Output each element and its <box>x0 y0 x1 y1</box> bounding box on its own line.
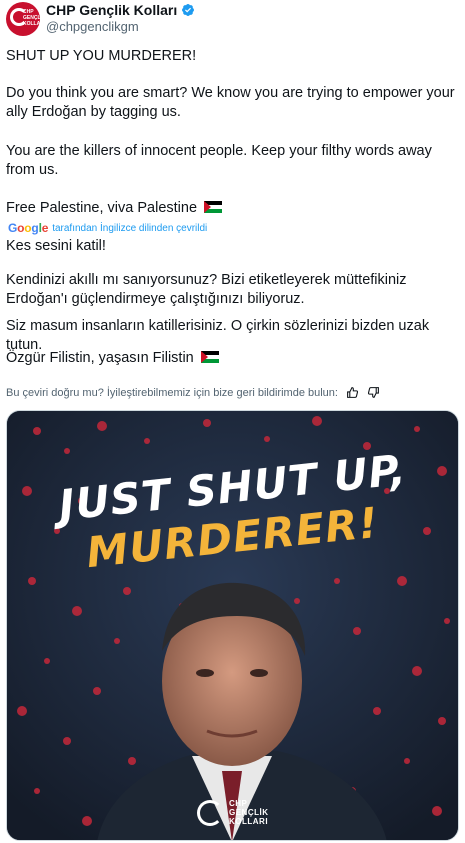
thumbs-up-icon[interactable] <box>346 386 359 399</box>
poster-brand: CHP GENÇLİK KOLLARI <box>197 799 279 826</box>
avatar-logo-text: CHP GENÇLİK KOLLARI <box>23 9 40 27</box>
tweet-translated-line4-row: Özgür Filistin, yaşasın Filistin <box>6 349 459 368</box>
feedback-prompt: Bu çeviri doğru mu? İyileştirebilmemiz i… <box>6 386 338 399</box>
author-name[interactable]: CHP Gençlik Kolları <box>46 1 177 19</box>
tweet-original-line1: SHUT UP YOU MURDERER! <box>6 48 197 64</box>
palestine-flag-icon <box>204 201 223 213</box>
tweet-media-image[interactable]: JUST SHUT UP, MURDERER! CHP GENÇLİK KOLL… <box>6 410 459 841</box>
translation-note-text[interactable]: tarafından İngilizce dilinden çevrildi <box>52 223 207 234</box>
tweet-translated-line2: Kendinizi akıllı mı sanıyorsunuz? Bizi e… <box>6 272 407 307</box>
palestine-flag-icon <box>200 351 219 363</box>
google-logo: Google <box>8 221 49 235</box>
translation-feedback: Bu çeviri doğru mu? İyileştirebilmemiz i… <box>6 386 380 399</box>
tweet-translated-line1: Kes sesini katil! <box>6 238 106 254</box>
author-handle[interactable]: @chpgenclikgm <box>46 19 139 34</box>
tweet-header: CHP GENÇLİK KOLLARI CHP Gençlik Kolları … <box>6 0 461 36</box>
tweet-original-line2: Do you think you are smart? We know you … <box>6 85 455 120</box>
tweet-original-line4-row: Free Palestine, viva Palestine <box>6 199 459 218</box>
tweet-original-line4: Free Palestine, viva Palestine <box>6 200 198 216</box>
tweet-original-line3: You are the killers of innocent people. … <box>6 143 432 178</box>
author-name-row: CHP Gençlik Kolları <box>46 1 195 19</box>
avatar[interactable]: CHP GENÇLİK KOLLARI <box>6 2 40 36</box>
poster-brand-text: CHP GENÇLİK KOLLARI <box>229 799 269 826</box>
thumbs-down-icon[interactable] <box>367 386 380 399</box>
chp-logo-icon <box>197 799 223 826</box>
verified-badge-icon <box>182 4 195 16</box>
tweet-translated-line4: Özgür Filistin, yaşasın Filistin <box>6 350 194 366</box>
translation-note[interactable]: Google tarafından İngilizce dilinden çev… <box>8 221 207 235</box>
